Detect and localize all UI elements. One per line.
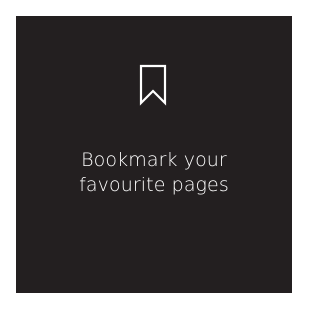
bookmark-message-line-2: favourite pages xyxy=(79,174,229,196)
bookmark-message-line-1: Bookmark your xyxy=(81,149,227,171)
bookmark-icon xyxy=(139,64,167,106)
bookmark-promo-card: Bookmark your favourite pages xyxy=(16,16,292,293)
bookmark-message: Bookmark your favourite pages xyxy=(16,148,292,198)
